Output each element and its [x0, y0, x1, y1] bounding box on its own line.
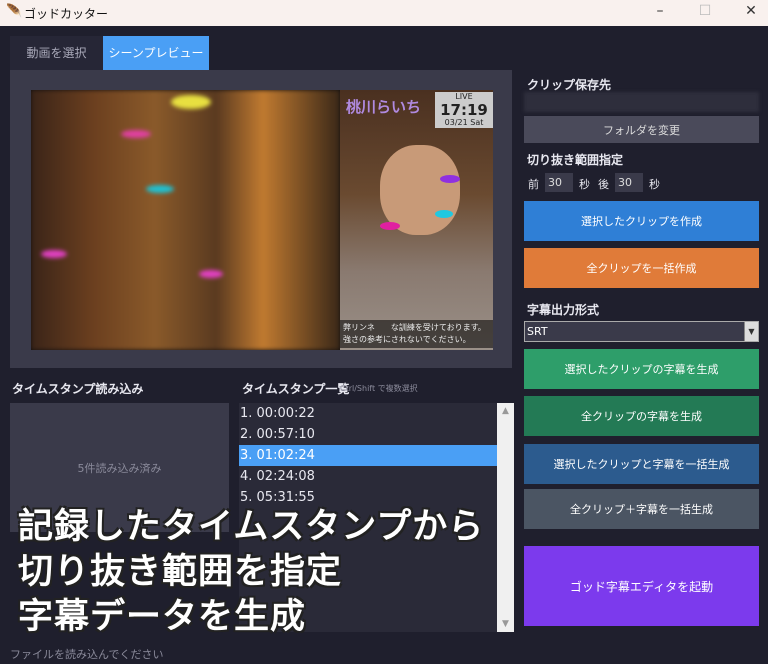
close-button[interactable]: ✕ [736, 3, 766, 19]
caption-line: 切り抜き範囲を指定 [18, 552, 343, 592]
list-item[interactable]: 4. 02:24:08 [239, 466, 497, 487]
title-bar: 🪶 ゴッドカッター – ☐ ✕ [0, 0, 768, 26]
subtitle-line: 強さの参考にされないでください。 [343, 335, 471, 344]
minimize-button[interactable]: – [645, 3, 675, 19]
change-folder-button[interactable]: フォルダを変更 [524, 116, 759, 143]
tab-scene-preview[interactable]: シーンプレビュー [103, 36, 209, 70]
preview-panel: 桃川らいち LIVE 17:19 03/21 Sat 弊リンネ な訓練を受けてお… [10, 70, 512, 368]
streamer-video-region: 桃川らいち LIVE 17:19 03/21 Sat 弊リンネ な訓練を受けてお… [340, 90, 493, 350]
channel-logo: 桃川らいち [346, 98, 422, 116]
list-scrollbar[interactable]: ▲ ▼ [497, 403, 514, 632]
range-label: 切り抜き範囲指定 [527, 153, 624, 167]
scroll-down-icon[interactable]: ▼ [497, 619, 514, 629]
list-item[interactable]: 2. 00:57:10 [239, 424, 497, 445]
after-seconds-input[interactable]: 30 [615, 173, 643, 192]
generate-all-subtitles-button[interactable]: 全クリップの字幕を生成 [524, 396, 759, 436]
caption-line: 字幕データを生成 [18, 597, 307, 637]
promo-caption: 記録したタイムスタンプから 切り抜き範囲を指定 字幕データを生成 [18, 505, 484, 640]
subtitle-format-select[interactable]: SRT ▼ [524, 321, 759, 342]
save-location-label: クリップ保存先 [527, 78, 612, 92]
subtitle-overlay: 弊リンネ な訓練を受けております。 強さの参考にされないでください。 [340, 320, 493, 348]
before-seconds-input[interactable]: 30 [545, 173, 573, 192]
blurred-video-region [31, 90, 340, 350]
seconds-label: 秒 [649, 178, 660, 191]
clock-date: 03/21 Sat [444, 118, 484, 127]
multi-select-hint: Ctrl/Shift で複数選択 [340, 384, 418, 393]
clock-overlay: LIVE 17:19 03/21 Sat [435, 92, 493, 128]
feather-icon: 🪶 [6, 4, 23, 19]
selected-format: SRT [527, 325, 548, 338]
list-item-selected[interactable]: 3. 01:02:24 [239, 445, 497, 466]
before-label: 前 [528, 178, 539, 191]
save-path-field [524, 92, 759, 112]
timestamp-list-label: タイムスタンプ一覧 [242, 382, 350, 396]
create-all-clips-button[interactable]: 全クリップを一括作成 [524, 248, 759, 288]
tab-select-video[interactable]: 動画を選択 [10, 36, 103, 70]
chevron-down-icon[interactable]: ▼ [744, 322, 758, 341]
live-badge: LIVE [455, 92, 473, 101]
generate-selected-clip-subtitle-button[interactable]: 選択したクリップと字幕を一括生成 [524, 444, 759, 484]
caption-line: 記録したタイムスタンプから [18, 507, 485, 547]
seconds-label: 秒 [579, 178, 590, 191]
subtitle-format-label: 字幕出力形式 [527, 303, 600, 317]
create-selected-clip-button[interactable]: 選択したクリップを作成 [524, 201, 759, 241]
subtitle-line: 弊リンネ な訓練を受けております。 [343, 323, 486, 332]
clock-time: 17:19 [440, 101, 488, 119]
launch-editor-button[interactable]: ゴッド字幕エディタを起動 [524, 546, 759, 626]
list-item[interactable]: 1. 00:00:22 [239, 403, 497, 424]
video-frame: 桃川らいち LIVE 17:19 03/21 Sat 弊リンネ な訓練を受けてお… [31, 90, 493, 350]
import-label: タイムスタンプ読み込み [12, 382, 144, 396]
after-label: 後 [598, 178, 609, 191]
generate-selected-subtitles-button[interactable]: 選択したクリップの字幕を生成 [524, 349, 759, 389]
window-title: ゴッドカッター [24, 7, 109, 21]
maximize-button[interactable]: ☐ [690, 3, 720, 19]
scroll-up-icon[interactable]: ▲ [497, 406, 514, 416]
generate-all-clip-subtitle-button[interactable]: 全クリップ＋字幕を一括生成 [524, 489, 759, 529]
import-status: 5件読み込み済み [77, 461, 162, 475]
status-bar: ファイルを読み込んでください [10, 648, 164, 661]
